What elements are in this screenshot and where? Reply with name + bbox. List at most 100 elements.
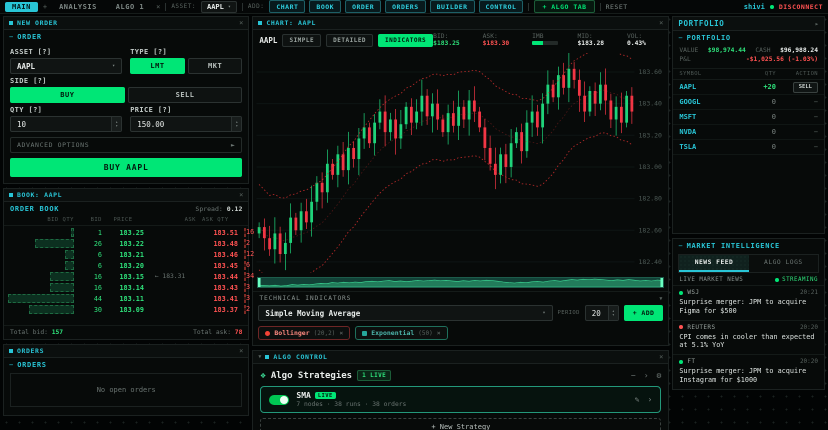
tab-algo-logs[interactable]: ALGO LOGS xyxy=(749,255,818,272)
qty-stepper[interactable]: ▴ ▾ xyxy=(111,117,121,131)
chevron-right-icon[interactable]: › xyxy=(648,395,653,404)
strategy-card-sma[interactable]: SMA LIVE 7 nodes · 38 runs · 38 orders ✎… xyxy=(260,386,661,413)
ask-price[interactable]: 183.41 xyxy=(196,295,238,303)
period-stepper[interactable]: ▴ ▾ xyxy=(608,306,618,320)
tab-algo-1[interactable]: ALGO 1 xyxy=(109,2,151,12)
close-icon[interactable]: × xyxy=(659,19,663,27)
strategy-toggle[interactable] xyxy=(269,395,289,405)
position-symbol[interactable]: MSFT xyxy=(679,113,740,121)
ask-price[interactable]: 183.43 xyxy=(196,284,238,292)
add-indicator-button[interactable]: + ADD xyxy=(624,305,664,321)
position-symbol[interactable]: TSLA xyxy=(679,143,740,151)
price-input[interactable]: 150.00 ▴ ▾ xyxy=(130,116,242,132)
order-book-row[interactable]: 1183.25183.5116 xyxy=(8,227,244,238)
order-book-row[interactable]: 44183.11183.413 xyxy=(8,293,244,304)
expand-icon[interactable]: ▸ xyxy=(815,20,819,28)
minimize-icon[interactable]: − xyxy=(631,371,636,380)
no-action-dash: − xyxy=(814,128,818,136)
mode-simple-button[interactable]: SIMPLE xyxy=(282,34,321,47)
order-book-row[interactable]: 6183.20183.456 xyxy=(8,260,244,271)
bid-price[interactable]: 183.22 xyxy=(102,240,144,248)
order-book-row[interactable]: 6183.21183.4612 xyxy=(8,249,244,260)
indicator-select[interactable]: Simple Moving Average ▾ xyxy=(258,305,552,321)
side-buy-button[interactable]: BUY xyxy=(10,87,125,103)
tab-analysis[interactable]: ANALYSIS xyxy=(52,2,104,12)
add-book-button[interactable]: BOOK xyxy=(309,0,341,13)
close-icon[interactable]: × xyxy=(239,347,243,355)
chart-minimap-scrollbar[interactable] xyxy=(257,277,664,288)
add-order-button[interactable]: ORDER xyxy=(345,0,381,13)
collapse-icon[interactable]: ▼ xyxy=(659,296,662,302)
minimap-handle[interactable] xyxy=(258,278,261,287)
position-symbol[interactable]: AAPL xyxy=(679,83,740,91)
market-intel-section-head[interactable]: − MARKET INTELLIGENCE xyxy=(673,239,824,252)
add-chart-button[interactable]: CHART xyxy=(269,0,305,13)
type-lmt-button[interactable]: LMT xyxy=(130,58,185,74)
bid-price[interactable]: 183.14 xyxy=(102,284,144,292)
remove-indicator-icon[interactable]: × xyxy=(437,329,441,337)
bid-price[interactable]: 183.11 xyxy=(102,295,144,303)
sell-button[interactable]: SELL xyxy=(793,82,818,93)
position-symbol[interactable]: NVDA xyxy=(679,128,740,136)
orders-section-head[interactable]: − ORDERS xyxy=(4,358,248,371)
stepper-down-icon[interactable]: ▾ xyxy=(236,124,238,128)
tab-main[interactable]: MAIN xyxy=(5,2,38,12)
collapse-icon[interactable]: ▼ xyxy=(258,354,261,360)
stepper-down-icon[interactable]: ▾ xyxy=(115,124,117,128)
bid-price[interactable]: 183.21 xyxy=(102,251,144,259)
asset-field-select[interactable]: AAPL ▾ xyxy=(10,58,122,74)
bid-price[interactable]: 183.15 xyxy=(102,273,144,281)
tab-news-feed[interactable]: NEWS FEED xyxy=(679,255,748,272)
order-book-row[interactable]: 30183.09183.372 xyxy=(8,304,244,315)
remove-indicator-icon[interactable]: × xyxy=(339,329,343,337)
asset-select[interactable]: AAPL ▾ xyxy=(201,1,237,13)
candlestick-chart[interactable]: 183.60183.40183.20183.00182.80182.60182.… xyxy=(253,51,668,275)
gear-icon[interactable]: ⚙ xyxy=(657,371,662,380)
indicator-chip-bollinger[interactable]: Bollinger(20,2)× xyxy=(258,326,350,340)
close-tab-icon[interactable]: × xyxy=(156,3,160,11)
add-tab-icon[interactable]: + xyxy=(43,3,47,11)
indicator-chip-exponential[interactable]: Exponential(50)× xyxy=(355,326,447,340)
close-icon[interactable]: × xyxy=(239,191,243,199)
news-item[interactable]: REUTERS20:20CPI comes in cooler than exp… xyxy=(673,320,824,355)
period-input[interactable]: 20 ▴ ▾ xyxy=(585,305,619,321)
new-strategy-button[interactable]: + New Strategy xyxy=(260,418,661,430)
close-icon[interactable]: × xyxy=(239,19,243,27)
reset-button[interactable]: RESET xyxy=(606,3,628,11)
price-stepper[interactable]: ▴ ▾ xyxy=(231,117,241,131)
ask-price[interactable]: 183.51 xyxy=(196,229,238,237)
bid-price[interactable]: 183.25 xyxy=(102,229,144,237)
side-sell-button[interactable]: SELL xyxy=(128,87,243,103)
minimap-handle[interactable] xyxy=(661,278,664,287)
bid-price[interactable]: 183.20 xyxy=(102,262,144,270)
add-control-button[interactable]: CONTROL xyxy=(479,0,524,13)
ask-price[interactable]: 183.48 xyxy=(196,240,238,248)
edit-icon[interactable]: ✎ xyxy=(635,395,640,404)
submit-order-button[interactable]: BUY AAPL xyxy=(10,158,242,177)
stepper-down-icon[interactable]: ▾ xyxy=(612,313,614,317)
ask-price[interactable]: 183.45 xyxy=(196,262,238,270)
close-icon[interactable]: × xyxy=(659,353,663,361)
order-book-row[interactable]: 16183.14183.433 xyxy=(8,282,244,293)
advanced-options-toggle[interactable]: ADVANCED OPTIONS ► xyxy=(10,137,242,153)
type-mkt-button[interactable]: MKT xyxy=(188,58,243,74)
portfolio-section-head[interactable]: − PORTFOLIO xyxy=(673,31,824,44)
news-item[interactable]: FT20:20Surprise merger: JPM to acquire I… xyxy=(673,354,824,389)
add-algo-tab-button[interactable]: + ALGO TAB xyxy=(534,0,594,13)
bid-price[interactable]: 183.09 xyxy=(102,306,144,314)
add-builder-button[interactable]: BUILDER xyxy=(430,0,475,13)
order-book-row[interactable]: 16183.15← 183.31183.4434 xyxy=(8,271,244,282)
ask-price[interactable]: 183.44 xyxy=(196,273,238,281)
mode-indicators-button[interactable]: INDICATORS xyxy=(378,34,433,47)
mode-detailed-button[interactable]: DETAILED xyxy=(326,34,373,47)
chevron-right-icon[interactable]: › xyxy=(644,371,649,380)
add-orders-button[interactable]: ORDERS xyxy=(385,0,425,13)
ask-price[interactable]: 183.37 xyxy=(196,306,238,314)
order-book-row[interactable]: 26183.22183.482 xyxy=(8,238,244,249)
disconnect-button[interactable]: DISCONNECT xyxy=(779,3,823,11)
qty-input[interactable]: 10 ▴ ▾ xyxy=(10,116,122,132)
news-item[interactable]: WSJ20:21Surprise merger: JPM to acquire … xyxy=(673,285,824,320)
order-section-head[interactable]: − ORDER xyxy=(4,30,248,43)
position-symbol[interactable]: GOOGL xyxy=(679,98,740,106)
ask-price[interactable]: 183.46 xyxy=(196,251,238,259)
